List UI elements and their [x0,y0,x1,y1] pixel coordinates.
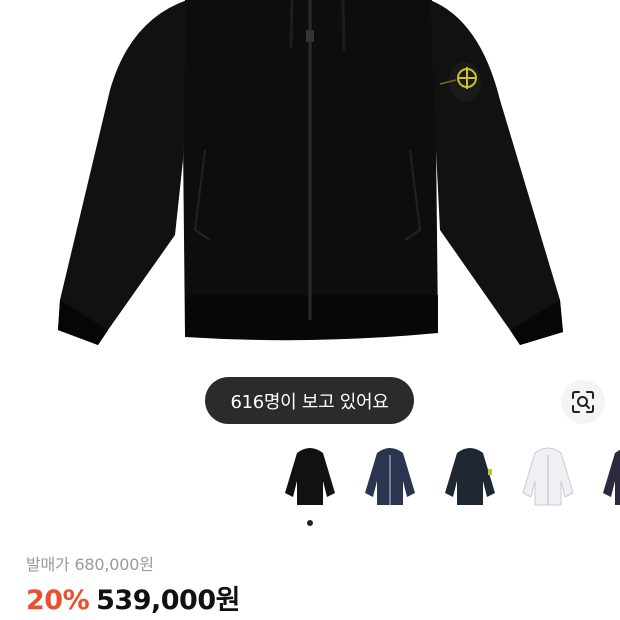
thumbnail-navy[interactable] [352,436,428,516]
hoodie-thumb-icon [445,448,495,505]
hoodie-thumb-icon [522,447,574,506]
image-search-button[interactable] [561,380,605,424]
hoodie-thumb-icon [365,448,415,505]
hoodie-illustration [58,0,563,345]
thumbnail-dark-navy[interactable] [432,436,508,516]
viewers-badge: 616명이 보고 있어요 [205,377,414,424]
hoodie-thumb-icon [603,449,620,505]
product-image[interactable] [0,0,620,370]
sale-price: 539,000원 [96,585,240,616]
thumbnail-white[interactable] [510,436,586,516]
image-search-icon [572,391,594,413]
thumbnail-black[interactable] [272,436,348,516]
hoodie-thumb-icon [285,448,335,505]
price-row: 20% 539,000원 [26,578,240,618]
carousel-indicator-dot [307,520,313,526]
viewers-text: 616명이 보고 있어요 [230,391,389,413]
thumbnail-carousel[interactable] [0,436,620,528]
discount-rate: 20% [26,585,90,616]
original-price-label: 발매가 [26,555,70,574]
thumbnail-dark-purple[interactable] [590,436,620,516]
original-price: 발매가 680,000원 [26,551,154,575]
original-price-value: 680,000원 [74,555,154,574]
